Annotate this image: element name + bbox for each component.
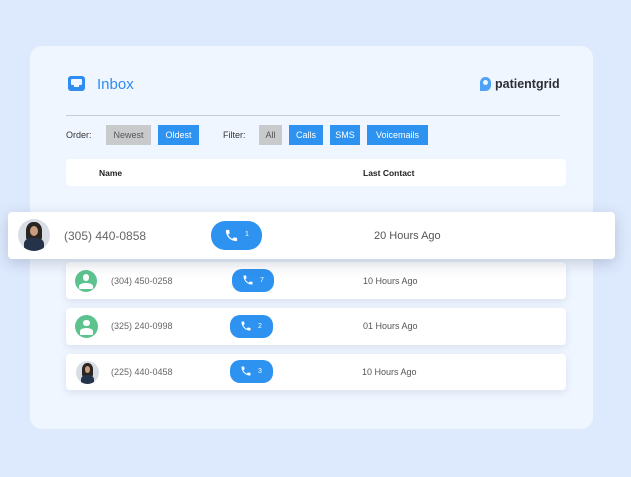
table-row[interactable]: (225) 440-0458 3 10 Hours Ago bbox=[66, 354, 566, 390]
table-row[interactable]: (304) 450-0258 7 10 Hours Ago bbox=[66, 262, 566, 299]
calls-button[interactable]: 7 bbox=[232, 269, 274, 292]
user-icon bbox=[75, 270, 97, 292]
order-oldest-button[interactable]: Oldest bbox=[158, 125, 199, 145]
call-count: 7 bbox=[260, 277, 264, 284]
column-name: Name bbox=[99, 168, 123, 178]
contact-phone: (325) 240-0998 bbox=[111, 321, 173, 331]
logo-text: patientgrid bbox=[495, 77, 560, 91]
column-last-contact: Last Contact bbox=[363, 168, 415, 178]
call-count: 2 bbox=[258, 323, 262, 330]
contact-avatar bbox=[76, 361, 99, 384]
phone-icon bbox=[241, 321, 251, 331]
inbox-icon bbox=[68, 76, 85, 91]
call-count: 3 bbox=[258, 368, 262, 375]
table-header bbox=[66, 159, 566, 186]
contact-avatar bbox=[18, 219, 50, 251]
filter-label: Filter: bbox=[223, 130, 246, 140]
calls-button[interactable]: 2 bbox=[230, 315, 273, 338]
page-title: Inbox bbox=[97, 76, 134, 93]
table-row-highlighted[interactable]: (305) 440-0858 1 20 Hours Ago bbox=[8, 212, 615, 259]
logo-icon bbox=[480, 77, 491, 91]
contact-phone: (225) 440-0458 bbox=[111, 367, 173, 377]
divider bbox=[66, 115, 560, 116]
calls-button[interactable]: 1 bbox=[211, 221, 262, 250]
filter-voicemails-button[interactable]: Voicemails bbox=[367, 125, 428, 145]
call-count: 1 bbox=[245, 231, 249, 238]
brand-logo: patientgrid bbox=[480, 77, 560, 91]
filter-sms-button[interactable]: SMS bbox=[330, 125, 360, 145]
filter-all-button[interactable]: All bbox=[259, 125, 282, 145]
phone-icon bbox=[225, 229, 238, 242]
phone-icon bbox=[243, 275, 253, 285]
order-label: Order: bbox=[66, 130, 92, 140]
phone-icon bbox=[241, 366, 251, 376]
contact-phone: (305) 440-0858 bbox=[64, 229, 147, 243]
last-contact: 10 Hours Ago bbox=[362, 367, 417, 377]
last-contact: 01 Hours Ago bbox=[363, 321, 418, 331]
order-newest-button[interactable]: Newest bbox=[106, 125, 151, 145]
last-contact: 20 Hours Ago bbox=[374, 230, 441, 242]
filter-calls-button[interactable]: Calls bbox=[289, 125, 323, 145]
table-row[interactable]: (325) 240-0998 2 01 Hours Ago bbox=[66, 308, 566, 345]
user-icon bbox=[75, 315, 98, 338]
calls-button[interactable]: 3 bbox=[230, 360, 273, 383]
last-contact: 10 Hours Ago bbox=[363, 276, 418, 286]
contact-phone: (304) 450-0258 bbox=[111, 276, 173, 286]
